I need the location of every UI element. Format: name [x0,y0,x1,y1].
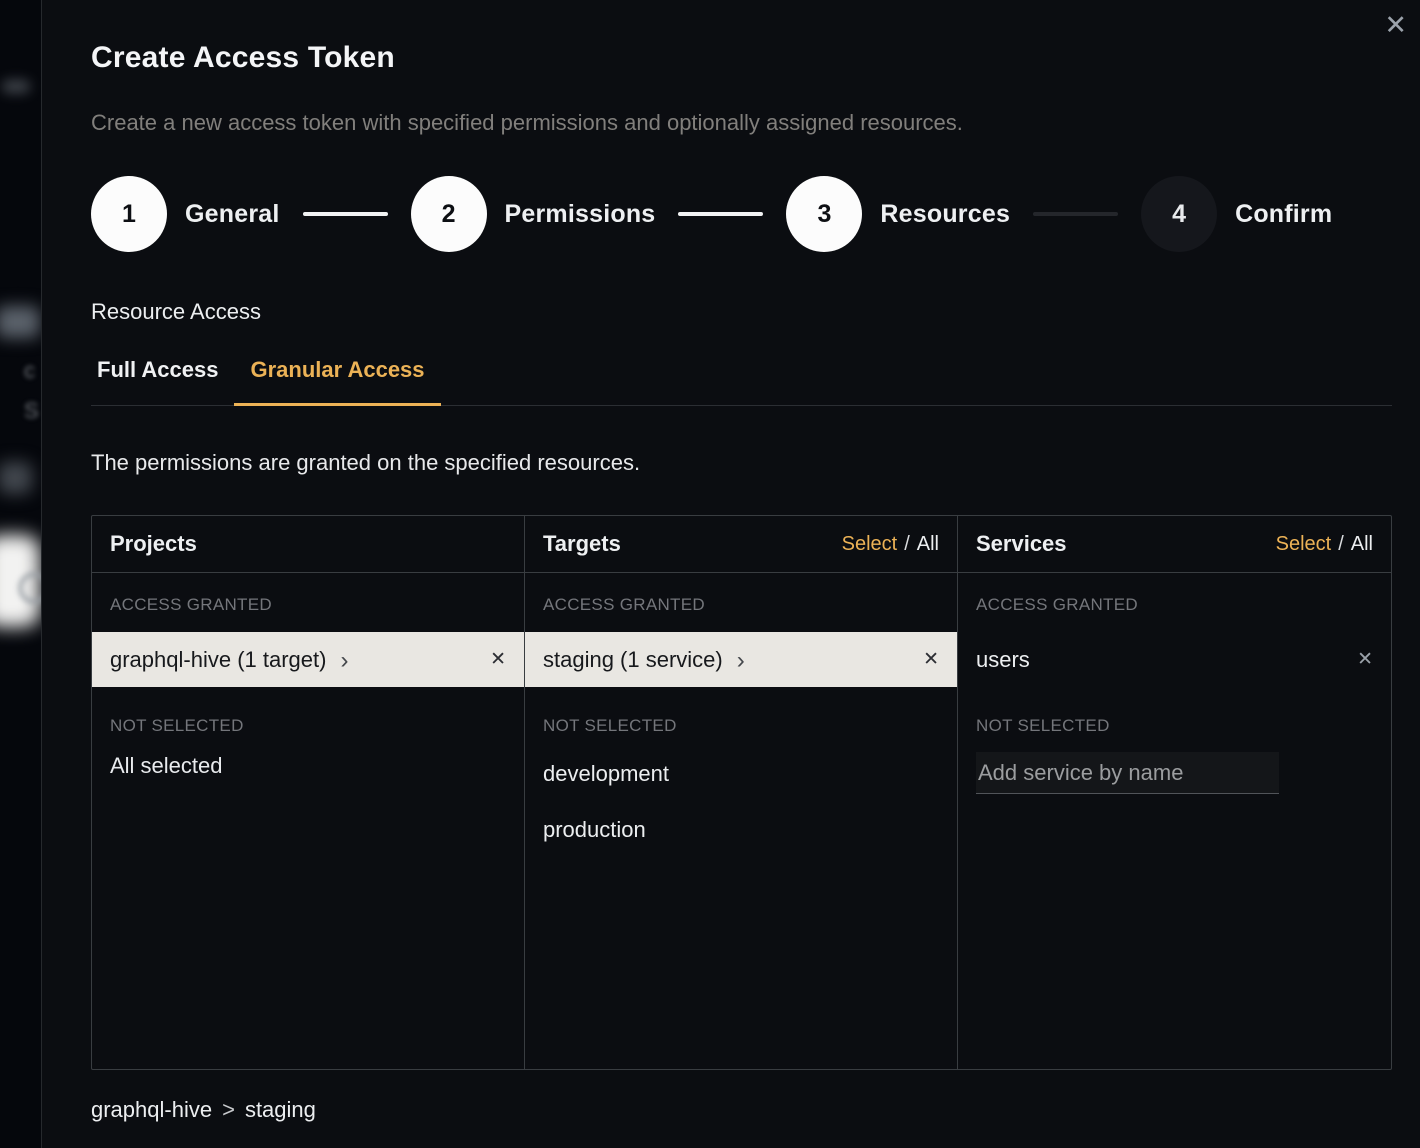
targets-column-header: Targets Select / All [525,516,957,573]
remove-target-icon[interactable]: ✕ [923,648,939,671]
modal-title: Create Access Token [91,40,1392,76]
targets-column: Targets Select / All ACCESS GRANTED stag… [525,516,958,1069]
step-1-label: General [185,200,280,229]
granted-project-content: graphql-hive (1 target) › [110,647,348,673]
granted-project-label: graphql-hive (1 target) [110,647,326,673]
step-4-label: Confirm [1235,200,1332,229]
select-all-separator: / [1338,533,1344,556]
access-granted-label: ACCESS GRANTED [525,595,957,615]
close-icon[interactable]: ✕ [1384,12,1407,39]
stepper: 1 General 2 Permissions 3 Resources 4 Co… [91,176,1392,252]
targets-all-link[interactable]: All [917,533,939,556]
create-access-token-modal: ✕ Create Access Token Create a new acces… [41,0,1420,1148]
granular-access-description: The permissions are granted on the speci… [91,450,1392,476]
projects-column-header: Projects [92,516,524,573]
granted-service-row[interactable]: users ✕ [958,632,1391,687]
stepper-connector [1033,212,1118,216]
services-select-link[interactable]: Select [1276,533,1332,556]
tab-full-access[interactable]: Full Access [91,357,234,406]
breadcrumb: graphql-hive > staging [91,1097,1392,1123]
step-resources: 3 Resources [786,176,1010,252]
modal-subtitle: Create a new access token with specified… [91,110,1392,136]
chevron-right-icon: › [340,649,348,673]
granted-service-content: users [976,647,1030,673]
chevron-right-icon: › [737,649,745,673]
breadcrumb-target: staging [245,1097,316,1123]
projects-column-title: Projects [110,531,197,557]
background-page: c S [0,0,41,1148]
not-selected-label: NOT SELECTED [525,716,957,736]
step-4-circle[interactable]: 4 [1141,176,1217,252]
target-item-production[interactable]: production [525,802,957,858]
stepper-connector [303,212,388,216]
targets-column-title: Targets [543,531,621,557]
background-blur-decoration [0,462,32,494]
step-1-circle[interactable]: 1 [91,176,167,252]
step-2-label: Permissions [505,200,656,229]
step-permissions: 2 Permissions [411,176,656,252]
breadcrumb-project: graphql-hive [91,1097,212,1123]
not-selected-label: NOT SELECTED [958,716,1391,736]
background-blur-text: c [24,358,35,384]
granted-service-label: users [976,647,1030,673]
not-selected-label: NOT SELECTED [92,716,524,736]
select-all-separator: / [904,533,910,556]
services-column-title: Services [976,531,1067,557]
stepper-connector [678,212,763,216]
targets-select-link[interactable]: Select [842,533,898,556]
projects-column: Projects ACCESS GRANTED graphql-hive (1 … [92,516,525,1069]
granted-project-row[interactable]: graphql-hive (1 target) › ✕ [92,632,524,687]
add-service-input[interactable] [976,752,1279,794]
granted-target-label: staging (1 service) [543,647,723,673]
resource-access-heading: Resource Access [91,299,1392,325]
background-blur-decoration [0,306,40,338]
remove-project-icon[interactable]: ✕ [490,648,506,671]
services-all-link[interactable]: All [1351,533,1373,556]
step-confirm: 4 Confirm [1141,176,1332,252]
background-blur-decoration [2,80,30,93]
projects-all-selected-note: All selected [92,753,524,779]
granted-target-content: staging (1 service) › [543,647,745,673]
step-general: 1 General [91,176,280,252]
remove-service-icon[interactable]: ✕ [1357,648,1373,671]
step-3-circle[interactable]: 3 [786,176,862,252]
services-column-header: Services Select / All [958,516,1391,573]
background-blur-text: S [24,398,39,424]
resource-selection-table: Projects ACCESS GRANTED graphql-hive (1 … [91,515,1392,1070]
step-3-label: Resources [880,200,1010,229]
services-column: Services Select / All ACCESS GRANTED use… [958,516,1391,1069]
step-2-circle[interactable]: 2 [411,176,487,252]
resource-access-tabs: Full Access Granular Access [91,357,1392,406]
breadcrumb-separator: > [222,1097,235,1123]
tab-granular-access[interactable]: Granular Access [234,357,440,406]
granted-target-row[interactable]: staging (1 service) › ✕ [525,632,957,687]
targets-not-selected-list: development production [525,746,957,858]
targets-select-all: Select / All [842,533,939,556]
services-select-all: Select / All [1276,533,1373,556]
access-granted-label: ACCESS GRANTED [92,595,524,615]
access-granted-label: ACCESS GRANTED [958,595,1391,615]
target-item-development[interactable]: development [525,746,957,802]
